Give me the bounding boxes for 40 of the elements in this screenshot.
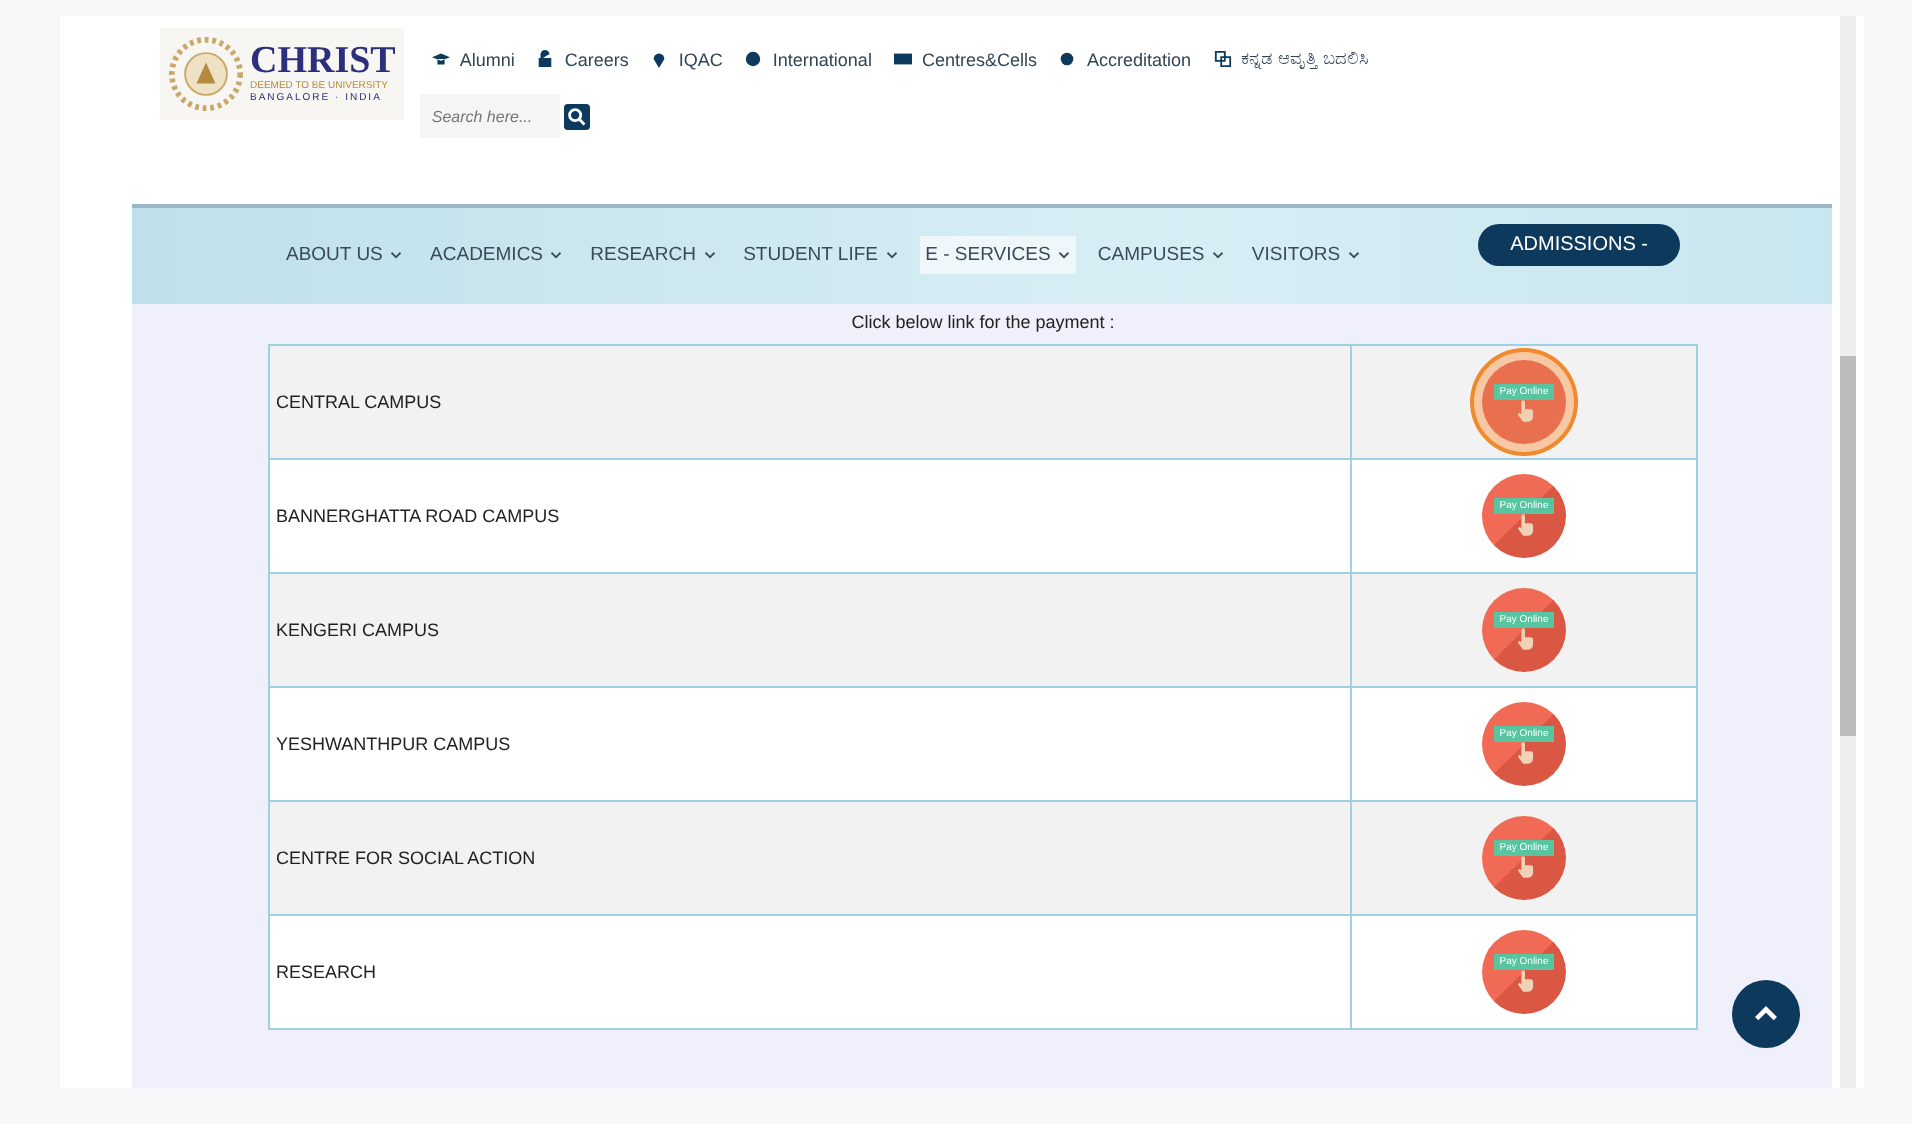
campus-cell: RESEARCH (269, 915, 1351, 1029)
hand-pointer-icon (1515, 399, 1533, 421)
logo-name: CHRIST (250, 44, 396, 80)
top-link[interactable]: Alumni (431, 48, 515, 70)
hand-pointer-icon (1515, 513, 1533, 535)
hand-pointer-icon (1515, 627, 1533, 649)
scrollbar[interactable] (1840, 16, 1856, 1088)
top-link[interactable]: Careers (536, 48, 629, 70)
chevron-down-icon (703, 250, 716, 260)
nav-menu-item[interactable]: RESEARCH (584, 236, 722, 274)
search-icon[interactable] (563, 103, 590, 129)
campus-cell: CENTRAL CAMPUS (269, 345, 1351, 459)
admissions-button[interactable]: ADMISSIONS - (1478, 224, 1680, 266)
chevron-down-icon (885, 250, 898, 260)
nav-menu-item[interactable]: STUDENT LIFE (737, 236, 904, 274)
dot-icon (1058, 50, 1077, 68)
nav-menu-item[interactable]: ABOUT US (280, 236, 409, 274)
chevron-down-icon (1347, 250, 1360, 260)
nav-menu-item[interactable]: E - SERVICES (919, 236, 1076, 274)
hand-pointer-icon (1515, 969, 1533, 991)
top-link[interactable]: IQAC (650, 48, 723, 70)
top-link[interactable]: Centres&Cells (893, 48, 1037, 70)
seal-icon (168, 36, 244, 112)
search-field[interactable]: Search here... (419, 94, 560, 138)
intro-text: Click below link for the payment : (849, 312, 1117, 332)
top-link[interactable]: Accreditation (1058, 48, 1192, 70)
top-link[interactable]: ಕನ್ನಡ ಆವೃತ್ತಿ ಬದಲಿಸಿ (1213, 48, 1370, 70)
chevron-down-icon (1211, 250, 1224, 260)
chevron-down-icon (550, 250, 563, 260)
chevron-down-icon (390, 250, 403, 260)
graduation-cap-icon (431, 50, 450, 68)
nav-menu-item[interactable]: ACADEMICS (424, 236, 569, 274)
hand-pointer-icon (1515, 741, 1533, 763)
map-pin-icon (650, 50, 669, 68)
nav-menu-item[interactable]: CAMPUSES (1091, 236, 1230, 274)
chevron-down-icon (1057, 250, 1070, 260)
language-icon (1213, 50, 1232, 68)
top-link[interactable]: International (744, 48, 872, 70)
hand-pointer-icon (1515, 855, 1533, 877)
nav-menu-item[interactable]: VISITORS (1245, 236, 1366, 274)
